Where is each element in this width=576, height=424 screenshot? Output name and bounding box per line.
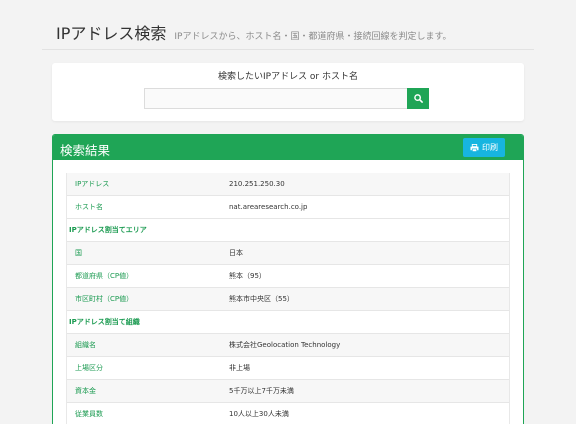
section-label: IPアドレス割当てエリア xyxy=(69,226,147,234)
row-key: 都道府県（CP値） xyxy=(75,272,134,280)
row-value: nat.arearesearch.co.jp xyxy=(229,203,308,211)
table-row: 市区町村（CP値） 熊本市中央区（55） xyxy=(67,288,509,311)
table-row: 都道府県（CP値） 熊本（95） xyxy=(67,265,509,288)
section-label: IPアドレス割当て組織 xyxy=(69,318,140,326)
row-value: 非上場 xyxy=(229,364,250,372)
page-header: IPアドレス検索 IPアドレスから、ホスト名・国・都道府県・接続回線を判定します… xyxy=(42,22,534,50)
table-section-header: IPアドレス割当てエリア xyxy=(67,219,509,242)
row-key: IPアドレス xyxy=(75,180,110,188)
row-key: 上場区分 xyxy=(75,364,103,372)
row-value: 熊本（95） xyxy=(229,272,266,280)
row-value: 日本 xyxy=(229,249,243,257)
search-input[interactable] xyxy=(144,88,407,109)
site-title: IPアドレス検索 xyxy=(56,24,167,43)
row-key: 国 xyxy=(75,249,82,257)
table-row: 組織名 株式会社Geolocation Technology xyxy=(67,334,509,357)
table-row: 資本金 5千万以上7千万未満 xyxy=(67,380,509,403)
table-row: IPアドレス 210.251.250.30 xyxy=(67,173,509,196)
row-key: 従業員数 xyxy=(75,410,103,418)
row-key: ホスト名 xyxy=(75,203,103,211)
search-panel: 検索したいIPアドレス or ホスト名 xyxy=(52,63,524,121)
row-key: 市区町村（CP値） xyxy=(75,295,134,303)
print-button[interactable]: 印刷 xyxy=(463,138,505,157)
row-value-link[interactable]: 株式会社Geolocation Technology xyxy=(229,340,340,350)
search-button[interactable] xyxy=(407,88,429,109)
search-icon xyxy=(413,94,423,103)
row-value: 5千万以上7千万未満 xyxy=(229,387,294,395)
row-key: 資本金 xyxy=(75,387,96,395)
result-panel: 検索結果 印刷 IPアドレス 210.251.250.30 ホスト名 nat.area… xyxy=(52,134,524,424)
print-label: 印刷 xyxy=(482,143,498,152)
row-value: 210.251.250.30 xyxy=(229,180,285,188)
row-value: 熊本市中央区（55） xyxy=(229,295,294,303)
table-section-header: IPアドレス割当て組織 xyxy=(67,311,509,334)
table-row: ホスト名 nat.arearesearch.co.jp xyxy=(67,196,509,219)
result-title: 検索結果 xyxy=(60,143,111,158)
printer-icon xyxy=(470,143,479,152)
table-row: 国 日本 xyxy=(67,242,509,265)
result-table: IPアドレス 210.251.250.30 ホスト名 nat.arearesearch… xyxy=(66,173,510,424)
row-key: 組織名 xyxy=(75,341,96,349)
search-label: 検索したいIPアドレス or ホスト名 xyxy=(217,72,358,82)
table-row: 上場区分 非上場 xyxy=(67,357,509,380)
site-subtitle: IPアドレスから、ホスト名・国・都道府県・接続回線を判定します。 xyxy=(174,32,452,42)
table-row: 従業員数 10人以上30人未満 xyxy=(67,403,509,424)
result-header: 検索結果 印刷 xyxy=(53,135,523,160)
row-value: 10人以上30人未満 xyxy=(229,410,289,418)
